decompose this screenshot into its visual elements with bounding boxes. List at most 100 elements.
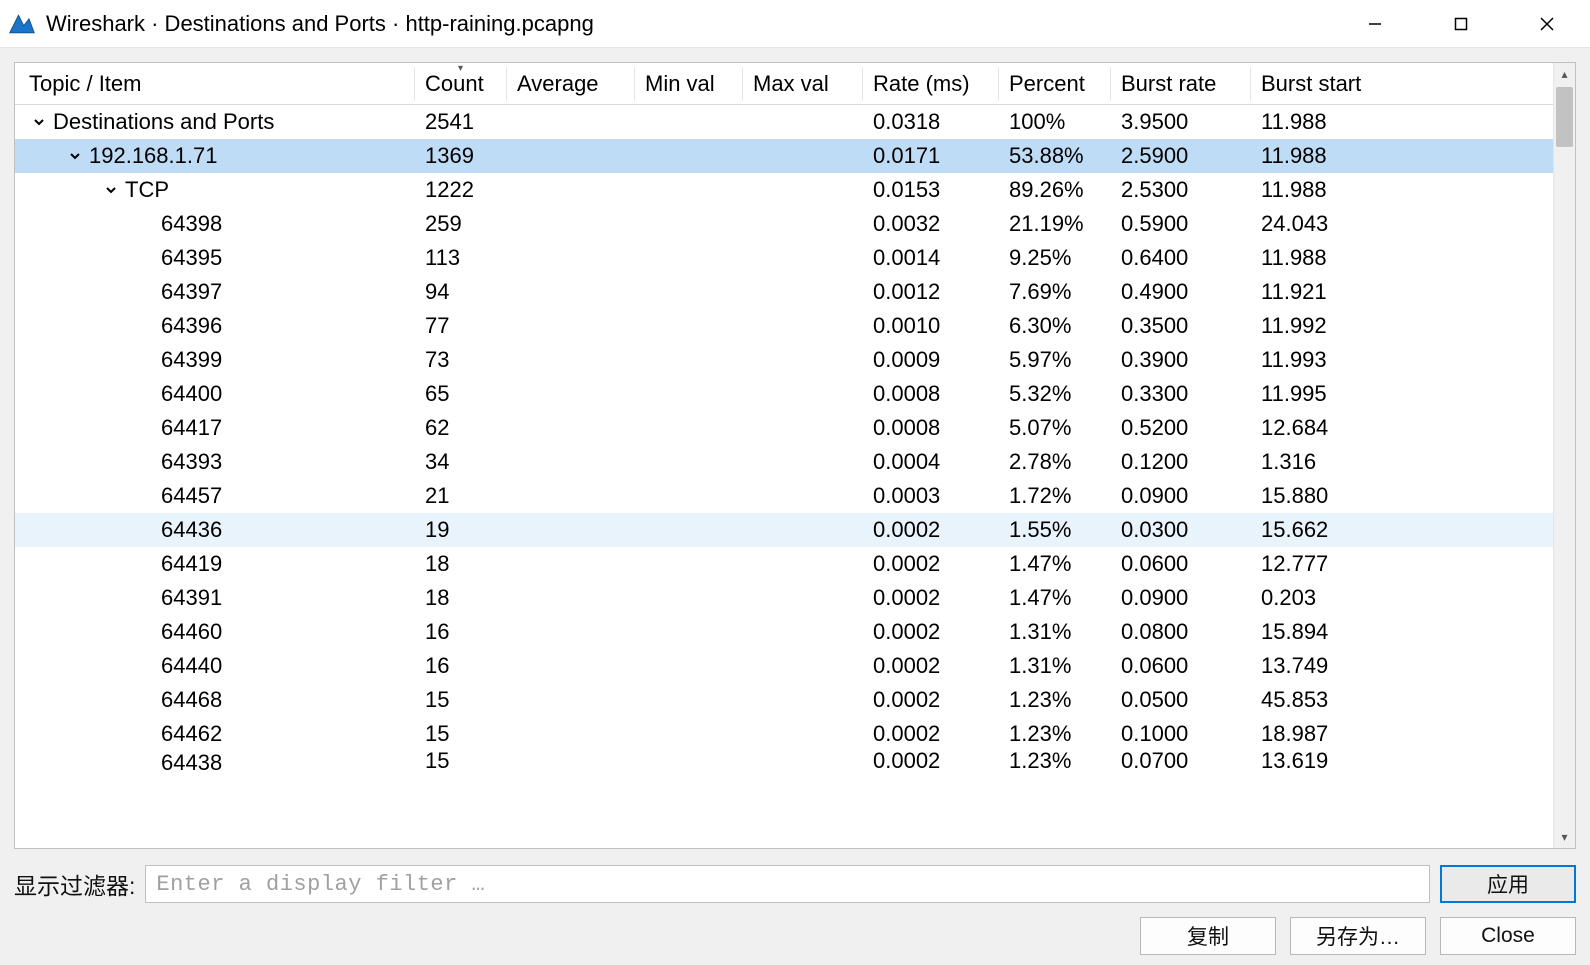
table-row[interactable]: 643951130.00149.25%0.640011.988 (15, 241, 1553, 275)
expander-placeholder (137, 520, 157, 540)
cell-brate: 0.1000 (1111, 721, 1251, 747)
scroll-up-icon[interactable]: ▴ (1554, 63, 1575, 85)
cell-rate: 0.0002 (863, 653, 999, 679)
cell-count: 34 (415, 449, 507, 475)
col-average-label: Average (517, 71, 599, 96)
apply-button[interactable]: 应用 (1440, 865, 1576, 903)
chevron-down-icon[interactable] (65, 146, 85, 166)
cell-brate: 2.5900 (1111, 143, 1251, 169)
scroll-thumb[interactable] (1556, 87, 1573, 147)
cell-percent: 1.47% (999, 585, 1111, 611)
scroll-down-icon[interactable]: ▾ (1554, 826, 1575, 848)
cell-brate: 0.5200 (1111, 415, 1251, 441)
chevron-down-icon[interactable] (29, 112, 49, 132)
table-row[interactable]: 64419180.00021.47%0.060012.777 (15, 547, 1553, 581)
topic-cell: 64460 (15, 615, 415, 649)
stats-tree-panel: Topic / Item ▾ Count Average Min val Max… (14, 62, 1576, 849)
col-maxval-label: Max val (753, 71, 829, 96)
topic-cell: 64400 (15, 377, 415, 411)
cell-rate: 0.0171 (863, 143, 999, 169)
expander-placeholder (137, 588, 157, 608)
cell-bstart: 11.988 (1251, 245, 1553, 271)
cell-rate: 0.0002 (863, 721, 999, 747)
col-count[interactable]: ▾ Count (415, 67, 507, 101)
cell-brate: 0.0800 (1111, 619, 1251, 645)
topic-cell: 64419 (15, 547, 415, 581)
cell-bstart: 15.662 (1251, 517, 1553, 543)
table-row[interactable]: 64391180.00021.47%0.09000.203 (15, 581, 1553, 615)
cell-count: 65 (415, 381, 507, 407)
cell-bstart: 24.043 (1251, 211, 1553, 237)
cell-bstart: 15.894 (1251, 619, 1553, 645)
cell-count: 259 (415, 211, 507, 237)
cell-brate: 0.5900 (1111, 211, 1251, 237)
expander-placeholder (137, 753, 157, 773)
cell-bstart: 1.316 (1251, 449, 1553, 475)
column-header-row: Topic / Item ▾ Count Average Min val Max… (15, 63, 1575, 105)
minimize-button[interactable] (1332, 0, 1418, 47)
table-row[interactable]: 64460160.00021.31%0.080015.894 (15, 615, 1553, 649)
cell-bstart: 18.987 (1251, 721, 1553, 747)
table-row[interactable]: 64468150.00021.23%0.050045.853 (15, 683, 1553, 717)
cell-count: 18 (415, 585, 507, 611)
col-minval[interactable]: Min val (635, 67, 743, 101)
table-row[interactable]: 64397940.00127.69%0.490011.921 (15, 275, 1553, 309)
cell-rate: 0.0009 (863, 347, 999, 373)
topic-cell: 64396 (15, 309, 415, 343)
topic-label: 64419 (161, 551, 222, 577)
table-row[interactable]: 192.168.1.7113690.017153.88%2.590011.988 (15, 139, 1553, 173)
table-row[interactable]: 64393340.00042.78%0.12001.316 (15, 445, 1553, 479)
table-row[interactable]: 643982590.003221.19%0.590024.043 (15, 207, 1553, 241)
table-row[interactable]: 64436190.00021.55%0.030015.662 (15, 513, 1553, 547)
display-filter-row: 显示过滤器: Enter a display filter … 应用 (14, 865, 1576, 903)
display-filter-input[interactable]: Enter a display filter … (145, 865, 1430, 903)
topic-label: 64438 (161, 753, 222, 773)
cell-bstart: 11.992 (1251, 313, 1553, 339)
close-button[interactable] (1504, 0, 1590, 47)
save-as-button[interactable]: 另存为… (1290, 917, 1426, 955)
maximize-button[interactable] (1418, 0, 1504, 47)
table-row[interactable]: 64417620.00085.07%0.520012.684 (15, 411, 1553, 445)
cell-percent: 2.78% (999, 449, 1111, 475)
cell-rate: 0.0012 (863, 279, 999, 305)
table-row[interactable]: 64462150.00021.23%0.100018.987 (15, 717, 1553, 751)
col-bstart[interactable]: Burst start (1251, 67, 1575, 101)
col-average[interactable]: Average (507, 67, 635, 101)
topic-label: 64391 (161, 585, 222, 611)
cell-bstart: 11.988 (1251, 143, 1553, 169)
chevron-down-icon[interactable] (101, 180, 121, 200)
col-brate[interactable]: Burst rate (1111, 67, 1251, 101)
cell-count: 15 (415, 687, 507, 713)
cell-count: 15 (415, 751, 507, 771)
table-row[interactable]: Destinations and Ports25410.0318100%3.95… (15, 105, 1553, 139)
table-row[interactable]: 64457210.00031.72%0.090015.880 (15, 479, 1553, 513)
cell-count: 77 (415, 313, 507, 339)
col-bstart-label: Burst start (1261, 71, 1361, 96)
table-row[interactable]: 64400650.00085.32%0.330011.995 (15, 377, 1553, 411)
table-row[interactable]: 64438150.00021.23%0.070013.619 (15, 751, 1553, 775)
close-dialog-button[interactable]: Close (1440, 917, 1576, 955)
cell-count: 16 (415, 619, 507, 645)
col-percent[interactable]: Percent (999, 67, 1111, 101)
col-topic[interactable]: Topic / Item (15, 67, 415, 101)
table-row[interactable]: 64440160.00021.31%0.060013.749 (15, 649, 1553, 683)
topic-cell: 192.168.1.71 (15, 139, 415, 173)
vertical-scrollbar[interactable]: ▴ ▾ (1553, 63, 1575, 848)
col-rate[interactable]: Rate (ms) (863, 67, 999, 101)
topic-cell: 64398 (15, 207, 415, 241)
cell-percent: 1.47% (999, 551, 1111, 577)
cell-bstart: 12.684 (1251, 415, 1553, 441)
close-dialog-button-label: Close (1481, 924, 1535, 948)
expander-placeholder (137, 452, 157, 472)
cell-brate: 0.3900 (1111, 347, 1251, 373)
table-row[interactable]: TCP12220.015389.26%2.530011.988 (15, 173, 1553, 207)
table-row[interactable]: 64396770.00106.30%0.350011.992 (15, 309, 1553, 343)
col-count-label: Count (425, 71, 484, 96)
tree-rows-container: Destinations and Ports25410.0318100%3.95… (15, 105, 1553, 848)
col-maxval[interactable]: Max val (743, 67, 863, 101)
cell-rate: 0.0014 (863, 245, 999, 271)
save-as-button-label: 另存为… (1316, 921, 1400, 951)
copy-button[interactable]: 复制 (1140, 917, 1276, 955)
table-row[interactable]: 64399730.00095.97%0.390011.993 (15, 343, 1553, 377)
cell-percent: 21.19% (999, 211, 1111, 237)
